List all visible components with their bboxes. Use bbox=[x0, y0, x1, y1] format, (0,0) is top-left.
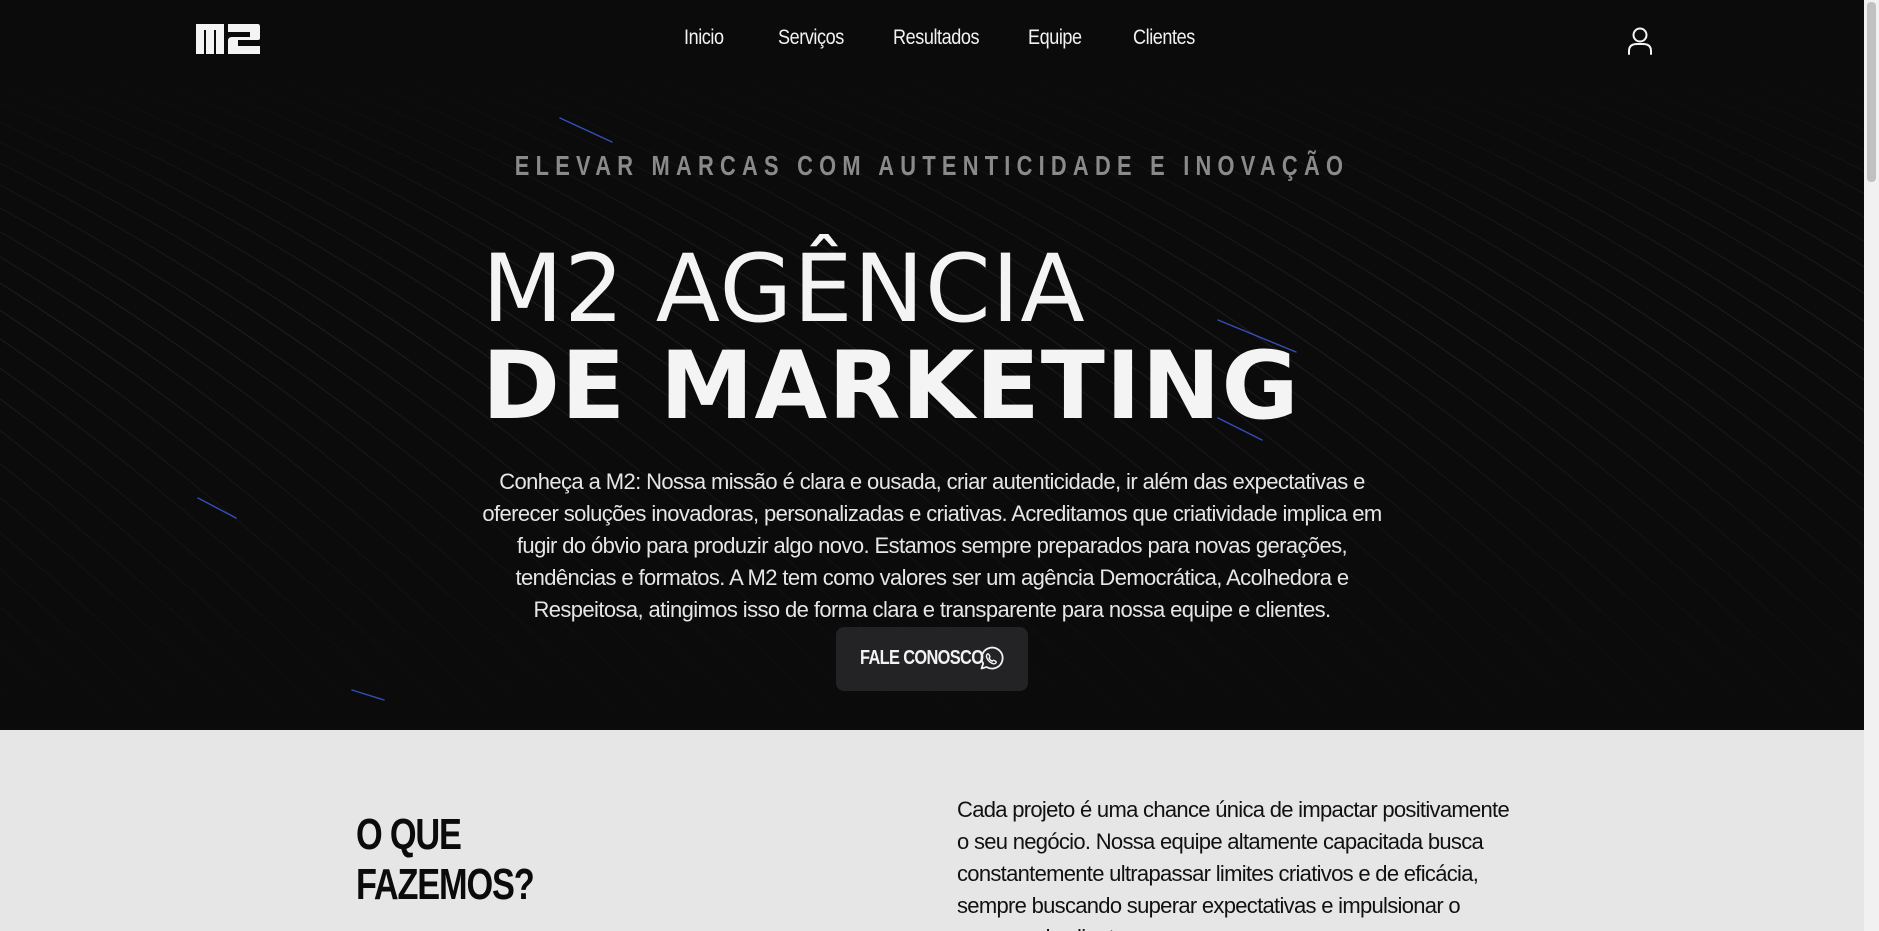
what-we-do-title-line-1: O QUE bbox=[356, 810, 462, 859]
nav-link-inicio[interactable]: Inicio bbox=[684, 26, 724, 50]
nav-links: Inicio Serviços Resultados Equipe Client… bbox=[0, 0, 1864, 82]
nav-link-clientes[interactable]: Clientes bbox=[1133, 26, 1195, 50]
what-we-do-title: O QUE FAZEMOS? bbox=[356, 810, 535, 910]
what-we-do-section: O QUE FAZEMOS? Cada projeto é uma chance… bbox=[0, 730, 1864, 931]
nav-link-servicos[interactable]: Serviços bbox=[778, 26, 844, 50]
user-icon[interactable] bbox=[1627, 27, 1653, 55]
what-we-do-text: Cada projeto é uma chance única de impac… bbox=[957, 797, 1510, 931]
page: Inicio Serviços Resultados Equipe Client… bbox=[0, 0, 1879, 931]
hero-description: Conheça a M2: Nossa missão é clara e ous… bbox=[482, 469, 1382, 622]
hero-title-line-2: DE MARKETING bbox=[482, 332, 1300, 441]
fale-conosco-label: FALE CONOSCO bbox=[860, 647, 984, 669]
hero-tagline: ELEVAR MARCAS COM AUTENTICIDADE E INOVAÇ… bbox=[514, 150, 1350, 181]
scrollbar-thumb[interactable] bbox=[1867, 2, 1876, 182]
top-navbar: Inicio Serviços Resultados Equipe Client… bbox=[0, 0, 1864, 82]
hero-title-line-1: M2 AGÊNCIA bbox=[482, 235, 1086, 344]
hero-section: Inicio Serviços Resultados Equipe Client… bbox=[0, 0, 1864, 730]
fale-conosco-button[interactable]: FALE CONOSCO bbox=[836, 627, 1028, 691]
nav-link-equipe[interactable]: Equipe bbox=[1028, 26, 1082, 50]
whatsapp-icon bbox=[980, 646, 1004, 670]
what-we-do-title-line-2: FAZEMOS? bbox=[356, 860, 535, 909]
nav-link-resultados[interactable]: Resultados bbox=[893, 26, 979, 50]
page-scrollbar[interactable] bbox=[1864, 0, 1879, 931]
